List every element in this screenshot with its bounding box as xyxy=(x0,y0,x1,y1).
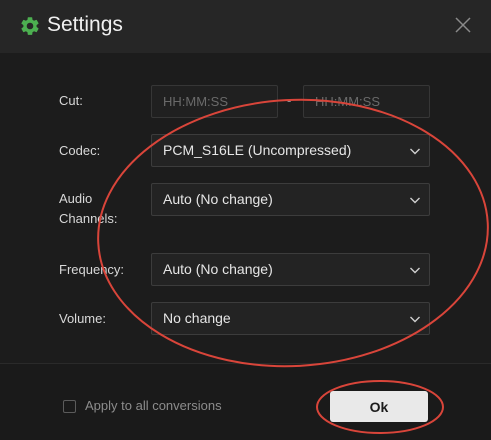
frequency-value: Auto (No change) xyxy=(163,261,273,277)
chevron-down-icon xyxy=(410,316,420,323)
cut-separator: - xyxy=(287,93,292,108)
dialog-title: Settings xyxy=(47,13,123,36)
apply-all-label[interactable]: Apply to all conversions xyxy=(85,396,222,416)
title-bar: Settings xyxy=(0,0,491,53)
close-icon[interactable] xyxy=(454,16,472,34)
codec-label: Codec: xyxy=(59,143,101,158)
codec-select[interactable]: PCM_S16LE (Uncompressed) xyxy=(151,134,430,167)
volume-value: No change xyxy=(163,310,231,326)
cut-label: Cut: xyxy=(59,93,83,108)
codec-value: PCM_S16LE (Uncompressed) xyxy=(163,142,352,158)
audio-channels-value: Auto (No change) xyxy=(163,191,273,207)
settings-dialog: Settings Cut: - Codec: PCM_S16LE (Uncomp… xyxy=(0,0,491,440)
gear-icon xyxy=(21,17,39,35)
chevron-down-icon xyxy=(410,267,420,274)
apply-all-checkbox[interactable] xyxy=(63,400,76,413)
volume-label: Volume: xyxy=(59,311,106,326)
ok-button[interactable]: Ok xyxy=(330,391,428,422)
volume-select[interactable]: No change xyxy=(151,302,430,335)
chevron-down-icon xyxy=(410,148,420,155)
audio-channels-label-line1: Audio xyxy=(59,191,93,206)
frequency-label: Frequency: xyxy=(59,262,125,277)
cut-end-input[interactable] xyxy=(303,85,430,118)
frequency-select[interactable]: Auto (No change) xyxy=(151,253,430,286)
audio-channels-select[interactable]: Auto (No change) xyxy=(151,183,430,216)
audio-channels-label-line2: Channels: xyxy=(59,211,118,226)
cut-start-input[interactable] xyxy=(151,85,278,118)
chevron-down-icon xyxy=(410,197,420,204)
